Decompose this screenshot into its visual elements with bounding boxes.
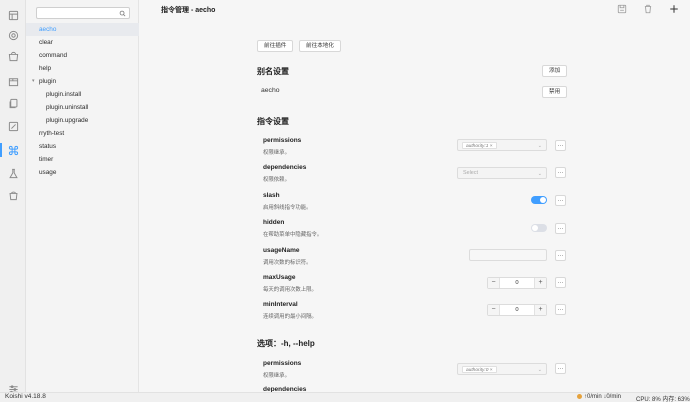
tree-item-timer[interactable]: timer [26, 153, 139, 166]
tree-item-aecho[interactable]: aecho [26, 23, 139, 36]
command-icon[interactable] [0, 141, 22, 159]
authority-tag: authority:1 × [462, 142, 497, 149]
max-usage-value: 0 [515, 280, 519, 286]
min-interval-desc: 连续调用的最小间隔。 [263, 314, 317, 320]
alias-name: aecho [261, 87, 280, 94]
slash-desc: 启用斜线指令功能。 [263, 205, 312, 211]
settings-icon[interactable] [4, 26, 22, 44]
max-usage-stepper[interactable]: − 0 + [487, 277, 547, 289]
min-interval-more-button[interactable]: … [555, 304, 566, 315]
authority-tag: authority:0 × [462, 366, 497, 373]
usage-name-label: usageName [263, 247, 300, 254]
chevron-down-icon: ⌄ [537, 367, 542, 373]
min-interval-value: 0 [515, 307, 519, 313]
hidden-more-button[interactable]: … [555, 223, 566, 234]
usage-name-more-button[interactable]: … [555, 250, 566, 261]
tree-item-clear[interactable]: clear [26, 36, 139, 49]
save-icon[interactable] [617, 4, 627, 14]
network-status: ↑0/min ↓0/min [577, 394, 621, 400]
max-usage-label: maxUsage [263, 274, 296, 281]
hidden-desc: 在帮助菜单中隐藏指令。 [263, 232, 323, 238]
min-interval-stepper[interactable]: − 0 + [487, 304, 547, 316]
chevron-down-icon: ⌄ [537, 143, 542, 149]
tree-item-help[interactable]: help [26, 62, 139, 75]
command-tree: aecho clear command help ▾ plugin plugin… [26, 23, 139, 179]
slash-label: slash [263, 192, 280, 199]
select-placeholder: Select [463, 170, 478, 176]
dependencies-label: dependencies [263, 164, 307, 171]
home-icon[interactable] [4, 6, 22, 24]
usage-name-input[interactable] [469, 249, 547, 261]
command-sidebar: aecho clear command help ▾ plugin plugin… [26, 0, 139, 392]
trash-icon[interactable] [643, 4, 653, 14]
decrement-button[interactable]: − [488, 278, 500, 288]
increment-button[interactable]: + [534, 305, 546, 315]
disable-alias-button[interactable]: 禁用 [542, 86, 568, 98]
files-icon[interactable] [4, 94, 22, 112]
tree-item-status[interactable]: status [26, 140, 139, 153]
tree-item-command[interactable]: command [26, 49, 139, 62]
search-input[interactable] [36, 7, 130, 19]
chevron-down-icon: ⌄ [537, 171, 542, 177]
caret-down-icon[interactable]: ▾ [32, 75, 35, 88]
search-icon [119, 10, 126, 17]
max-usage-more-button[interactable]: … [555, 277, 566, 288]
version-label: Koishi v4.18.8 [5, 393, 46, 400]
activity-bar [0, 0, 26, 394]
max-usage-desc: 每天的调用次数上限。 [263, 287, 317, 293]
increment-button[interactable]: + [534, 278, 546, 288]
permissions-select[interactable]: authority:1 × ⌄ [457, 139, 547, 151]
command-settings-panel: 前往插件 前往本地化 别名设置 添加 aecho 禁用 指令设置 permiss… [139, 20, 690, 392]
status-bar: Koishi v4.18.8 ↑0/min ↓0/min CPU: 8% 内存:… [0, 392, 690, 402]
option-permissions-more-button[interactable]: … [555, 363, 566, 374]
option-section-title: 选项：-h, --help [257, 339, 315, 348]
usage-name-desc: 调用次数的标识符。 [263, 260, 312, 266]
tree-item-plugin-uninstall[interactable]: plugin.uninstall [26, 101, 139, 114]
top-bar: 指令管理 - aecho [139, 0, 690, 20]
tree-item-plugin[interactable]: ▾ plugin [26, 75, 139, 88]
cpu-memory-status: CPU: 8% 内存: 63% [636, 397, 690, 402]
permissions-more-button[interactable]: … [555, 140, 566, 151]
option-permissions-select[interactable]: authority:0 × ⌄ [457, 363, 547, 375]
add-alias-button[interactable]: 添加 [542, 65, 568, 77]
edit-icon[interactable] [4, 117, 22, 135]
package-icon[interactable] [4, 72, 22, 90]
plus-icon[interactable] [669, 4, 679, 14]
option-permissions-desc: 权限继承。 [263, 373, 290, 379]
tree-item-plugin-install[interactable]: plugin.install [26, 88, 139, 101]
dependencies-select[interactable]: Select ⌄ [457, 167, 547, 179]
market-icon[interactable] [4, 47, 22, 65]
min-interval-label: minInterval [263, 301, 298, 308]
decrement-button[interactable]: − [488, 305, 500, 315]
tree-item-rryth-test[interactable]: rryth-test [26, 127, 139, 140]
page-title: 指令管理 - aecho [161, 7, 216, 14]
slash-more-button[interactable]: … [555, 195, 566, 206]
command-section-title: 指令设置 [257, 117, 289, 126]
hidden-label: hidden [263, 219, 285, 226]
dependencies-desc: 权限依赖。 [263, 177, 290, 183]
goto-locale-button[interactable]: 前往本地化 [299, 40, 341, 52]
tree-item-plugin-upgrade[interactable]: plugin.upgrade [26, 114, 139, 127]
slash-toggle[interactable] [531, 196, 547, 204]
bucket-icon[interactable] [4, 186, 22, 204]
dependencies-more-button[interactable]: … [555, 167, 566, 178]
tree-item-label: plugin [39, 78, 57, 85]
goto-plugin-button[interactable]: 前往插件 [257, 40, 294, 52]
permissions-desc: 权限继承。 [263, 150, 290, 156]
option-permissions-label: permissions [263, 360, 302, 367]
hidden-toggle[interactable] [531, 224, 547, 232]
flask-icon[interactable] [4, 164, 22, 182]
tree-item-usage[interactable]: usage [26, 166, 139, 179]
permissions-label: permissions [263, 137, 302, 144]
status-dot-icon [577, 394, 582, 399]
alias-section-title: 别名设置 [257, 67, 289, 76]
